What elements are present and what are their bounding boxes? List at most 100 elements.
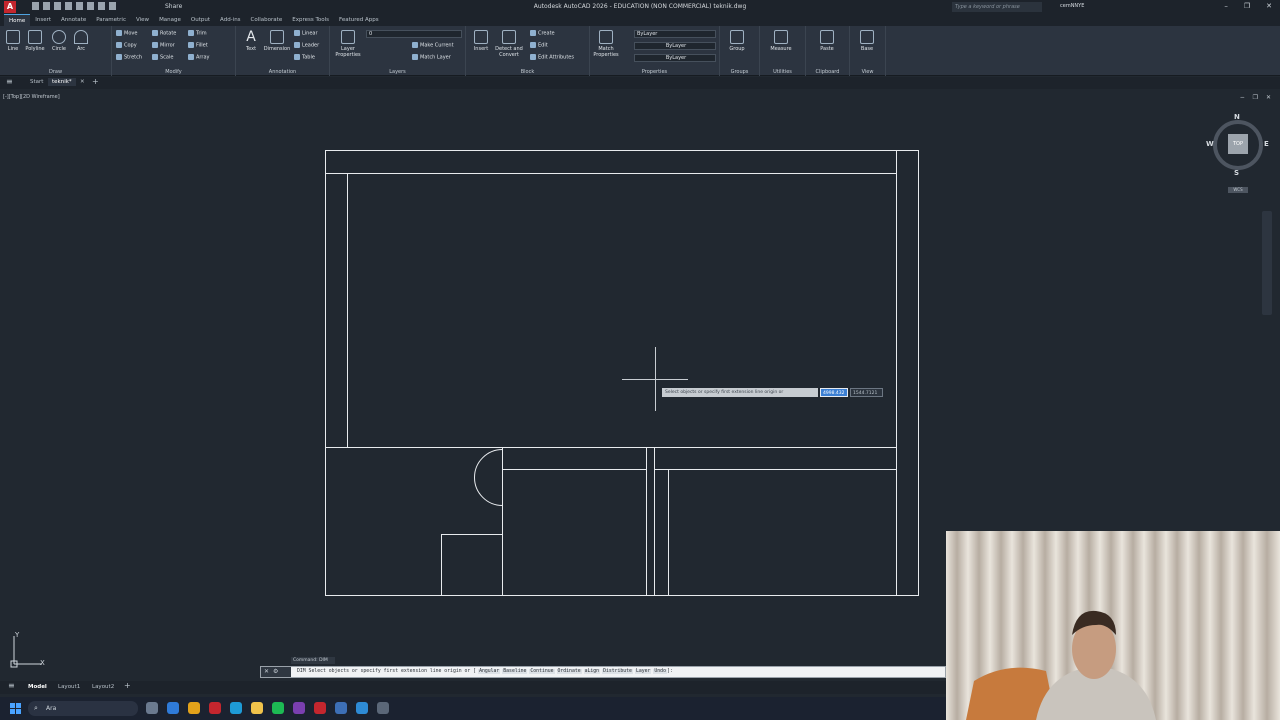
match-layer-button[interactable]: Match Layer: [412, 54, 451, 61]
obs-icon[interactable]: [293, 702, 305, 714]
compass-south[interactable]: S: [1234, 169, 1239, 177]
option-ordinate[interactable]: Ordinate: [556, 669, 582, 674]
tab-parametric[interactable]: Parametric: [91, 14, 131, 26]
draw-panel-title[interactable]: Draw: [0, 69, 111, 75]
minimize-icon[interactable]: –: [1224, 2, 1228, 10]
command-line-controls[interactable]: ✕⚙: [261, 667, 291, 677]
dynamic-input-x[interactable]: 4998.432: [820, 388, 848, 397]
text-button[interactable]: A Text: [238, 30, 264, 52]
task-view-icon[interactable]: [146, 702, 158, 714]
tab-manage[interactable]: Manage: [154, 14, 186, 26]
tab-view[interactable]: View: [131, 14, 154, 26]
tab-output[interactable]: Output: [186, 14, 215, 26]
app2-icon[interactable]: [377, 702, 389, 714]
taskbar-search[interactable]: ⌕ Ara: [28, 701, 138, 716]
annotation-panel-title[interactable]: Annotation: [236, 69, 329, 75]
move-button[interactable]: Move: [116, 30, 137, 37]
measure-button[interactable]: Measure: [766, 30, 796, 52]
match-properties-button[interactable]: Match Properties: [592, 30, 620, 58]
viewcube-top-face[interactable]: TOP: [1228, 134, 1248, 154]
dimension-button[interactable]: Dimension: [262, 30, 292, 52]
rotate-button[interactable]: Rotate: [152, 30, 176, 37]
table-button[interactable]: Table: [294, 54, 315, 61]
command-line[interactable]: ✕⚙ DIM Select objects or specify first e…: [260, 666, 946, 678]
layer-properties-button[interactable]: Layer Properties: [334, 30, 362, 58]
array-button[interactable]: Array: [188, 54, 209, 61]
tab-express-tools[interactable]: Express Tools: [287, 14, 334, 26]
tab-add-ins[interactable]: Add-ins: [215, 14, 246, 26]
detect-convert-button[interactable]: Detect and Convert: [494, 30, 524, 58]
edit-block-button[interactable]: Edit: [530, 42, 548, 49]
viewcube[interactable]: TOP N S E W WCS: [1206, 111, 1270, 201]
tab-home[interactable]: Home: [4, 14, 31, 26]
option-undo[interactable]: Undo: [653, 669, 667, 674]
windows-start-icon[interactable]: [10, 703, 21, 714]
fillet-button[interactable]: Fillet: [188, 42, 208, 49]
group-button[interactable]: Group: [724, 30, 750, 52]
option-distribute[interactable]: Distribute: [602, 669, 633, 674]
linear-button[interactable]: Linear: [294, 30, 318, 37]
command-prompt[interactable]: DIM Select objects or specify first exte…: [297, 669, 673, 674]
new-tab-icon[interactable]: +: [92, 77, 99, 86]
view-panel-title[interactable]: View: [850, 69, 885, 75]
copy-button[interactable]: Copy: [116, 42, 137, 49]
scale-button[interactable]: Scale: [152, 54, 173, 61]
groups-panel-title[interactable]: Groups: [720, 69, 759, 75]
compass-west[interactable]: W: [1206, 140, 1214, 148]
steam-icon[interactable]: [335, 702, 347, 714]
compass-east[interactable]: E: [1264, 140, 1269, 148]
model-tab[interactable]: Model: [28, 684, 47, 690]
edge-dev-icon[interactable]: [230, 702, 242, 714]
option-angular[interactable]: Angular: [478, 669, 501, 674]
mirror-button[interactable]: Mirror: [152, 42, 175, 49]
close-tab-icon[interactable]: ✕: [80, 79, 85, 85]
insert-button[interactable]: Insert: [468, 30, 494, 52]
close-icon[interactable]: ✕: [264, 668, 273, 675]
close-icon[interactable]: ✕: [1266, 2, 1272, 10]
add-layout-icon[interactable]: +: [124, 681, 131, 690]
option-continue[interactable]: Continue: [529, 669, 555, 674]
linetype-dropdown[interactable]: ByLayer: [634, 42, 716, 50]
user-account[interactable]: cemNNYE: [1060, 3, 1084, 9]
edge-icon[interactable]: [167, 702, 179, 714]
compass-north[interactable]: N: [1234, 113, 1240, 121]
tab-insert[interactable]: Insert: [30, 14, 56, 26]
edit-attributes-button[interactable]: Edit Attributes: [530, 54, 574, 61]
layout1-tab[interactable]: Layout1: [58, 684, 80, 690]
base-button[interactable]: Base: [854, 30, 880, 52]
opera-icon[interactable]: [209, 702, 221, 714]
help-search-input[interactable]: Type a keyword or phrase: [952, 2, 1042, 12]
wcs-menu[interactable]: WCS: [1228, 187, 1248, 193]
autocad-taskbar-icon[interactable]: [314, 702, 326, 714]
wrench-icon[interactable]: ⚙: [273, 668, 282, 675]
navigation-bar[interactable]: [1262, 211, 1272, 315]
color-dropdown[interactable]: ByLayer: [634, 30, 716, 38]
option-align[interactable]: aLign: [583, 669, 601, 674]
stretch-button[interactable]: Stretch: [116, 54, 142, 61]
menu-icon[interactable]: ≡: [6, 77, 13, 86]
trim-button[interactable]: Trim: [188, 30, 207, 37]
leader-button[interactable]: Leader: [294, 42, 319, 49]
utilities-panel-title[interactable]: Utilities: [760, 69, 805, 75]
arc-button[interactable]: Arc: [68, 30, 94, 52]
modify-panel-title[interactable]: Modify: [112, 69, 235, 75]
maximize-icon[interactable]: ❐: [1244, 2, 1250, 10]
chrome-icon[interactable]: [188, 702, 200, 714]
create-block-button[interactable]: Create: [530, 30, 555, 37]
spotify-icon[interactable]: [272, 702, 284, 714]
lineweight-dropdown[interactable]: ByLayer: [634, 54, 716, 62]
option-layer[interactable]: Layer: [634, 669, 652, 674]
start-tab[interactable]: Start: [30, 79, 43, 85]
app-icon[interactable]: [356, 702, 368, 714]
clipboard-panel-title[interactable]: Clipboard: [806, 69, 849, 75]
dynamic-input-y[interactable]: 1544.7121: [850, 388, 883, 397]
tab-annotate[interactable]: Annotate: [56, 14, 91, 26]
layout2-tab[interactable]: Layout2: [92, 684, 114, 690]
layer-dropdown[interactable]: 0: [366, 30, 462, 38]
file-tab-teknik[interactable]: teknik*: [48, 78, 76, 86]
menu-icon[interactable]: ≡: [8, 681, 15, 690]
paste-button[interactable]: Paste: [814, 30, 840, 52]
layers-panel-title[interactable]: Layers: [330, 69, 465, 75]
file-explorer-icon[interactable]: [251, 702, 263, 714]
make-current-button[interactable]: Make Current: [412, 42, 454, 49]
